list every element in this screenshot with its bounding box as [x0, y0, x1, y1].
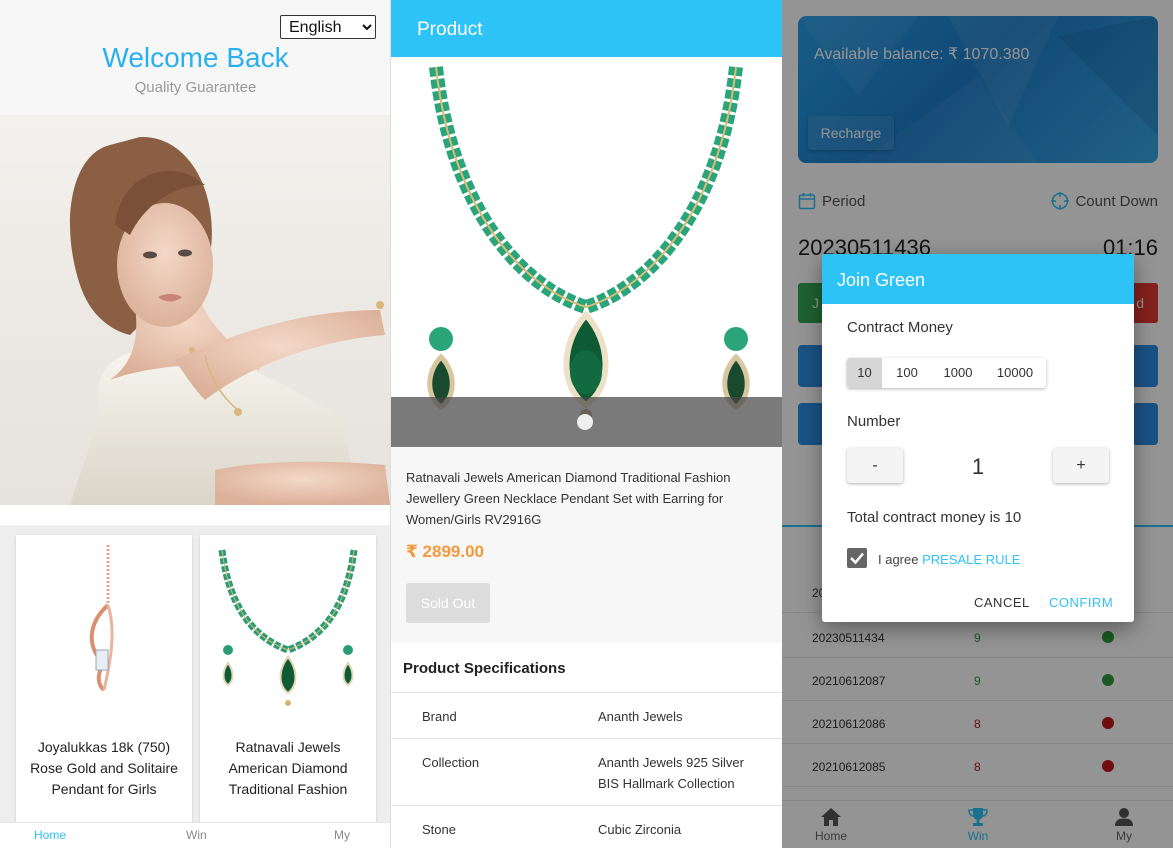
tab-home[interactable]: Home	[34, 828, 66, 842]
spec-value-collection: Ananth Jewels 925 Silver BIS Hallmark Co…	[598, 755, 744, 791]
home-screen: English Welcome Back Quality Guarantee J…	[0, 0, 391, 848]
language-select[interactable]: English	[280, 15, 376, 39]
agree-checkbox[interactable]	[847, 548, 867, 568]
presale-rule-link[interactable]: PRESALE RULE	[922, 552, 1020, 567]
divider	[391, 805, 782, 806]
spec-value-stone: Cubic Zirconia	[598, 822, 682, 837]
agree-prefix: I agree	[878, 552, 919, 567]
divider	[391, 738, 782, 739]
tagline: Quality Guarantee	[134, 79, 257, 96]
product-card[interactable]: Joyalukkas 18k (750) Rose Gold and Solit…	[16, 535, 192, 825]
total-contract-text: Total contract money is 10	[847, 509, 1022, 526]
join-green-dialog: Join Green Contract Money 10 100 1000 10…	[822, 254, 1134, 622]
divider	[391, 692, 782, 693]
tab-win[interactable]: Win	[186, 828, 207, 842]
amount-option-10000[interactable]: 10000	[984, 358, 1046, 388]
hero-banner-image[interactable]	[0, 115, 390, 505]
agree-text: I agree PRESALE RULE	[878, 552, 1020, 567]
welcome-title: Welcome Back	[102, 42, 289, 73]
model-photo-illustration	[70, 136, 390, 505]
sold-out-button[interactable]: Sold Out	[406, 583, 490, 623]
spec-key-stone: Stone	[422, 822, 456, 837]
product-card-name: Joyalukkas 18k (750) Rose Gold and Solit…	[30, 739, 178, 797]
quantity-value: 1	[971, 454, 985, 479]
header-title: Product	[417, 19, 483, 40]
number-label: Number	[847, 413, 901, 430]
product-card[interactable]: Ratnavali Jewels American Diamond Tradit…	[200, 535, 376, 825]
spec-key-collection: Collection	[422, 755, 480, 770]
amount-option-1000[interactable]: 1000	[932, 358, 984, 388]
confirm-button[interactable]: CONFIRM	[1049, 595, 1113, 610]
checkmark-icon	[850, 552, 864, 565]
product-grid: Joyalukkas 18k (750) Rose Gold and Solit…	[0, 525, 390, 825]
product-name: Ratnavali Jewels American Diamond Tradit…	[406, 470, 731, 527]
contract-amount-selector: 10 100 1000 10000	[847, 358, 1046, 388]
spec-value-brand: Ananth Jewels	[598, 709, 683, 724]
decrement-button[interactable]: -	[847, 448, 903, 483]
product-info: Ratnavali Jewels American Diamond Tradit…	[391, 447, 782, 643]
amount-option-10[interactable]: 10	[847, 358, 882, 388]
specs-title: Product Specifications	[403, 660, 566, 677]
cancel-button[interactable]: CANCEL	[974, 595, 1030, 610]
win-screen: Available balance: ₹ 1070.380 Recharge P…	[782, 0, 1173, 848]
screenshot-stage: English Welcome Back Quality Guarantee J…	[0, 0, 1173, 848]
dialog-header: Join Green	[822, 254, 1134, 304]
product-header: Product	[391, 0, 782, 57]
dialog-title: Join Green	[837, 270, 926, 290]
product-price: ₹ 2899.00	[406, 542, 485, 561]
amount-option-100[interactable]: 100	[882, 358, 932, 388]
necklace-photo	[427, 66, 750, 421]
product-card-name: Ratnavali Jewels American Diamond Tradit…	[228, 739, 348, 797]
home-tab-bar: Home Win My	[0, 822, 390, 848]
carousel-indicator-dot[interactable]	[577, 414, 593, 430]
product-screen: Product Ratnavali Jewels American Diamon…	[391, 0, 782, 848]
contract-money-label: Contract Money	[847, 319, 953, 336]
section-spacer	[0, 505, 390, 525]
tab-my[interactable]: My	[334, 828, 350, 842]
product-image-carousel[interactable]	[391, 57, 782, 447]
green-necklace-set-image	[218, 549, 358, 706]
rose-gold-pendant-image	[89, 545, 114, 692]
increment-button[interactable]: +	[1053, 448, 1109, 483]
spec-key-brand: Brand	[422, 709, 457, 724]
